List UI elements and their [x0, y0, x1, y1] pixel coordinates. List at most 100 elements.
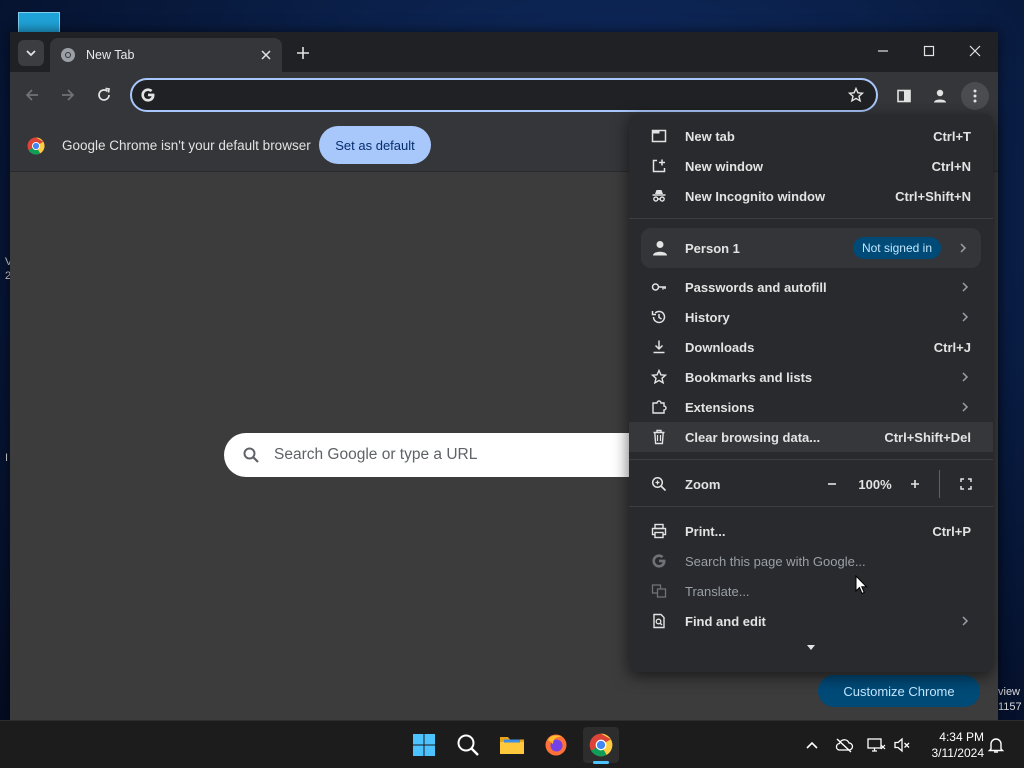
set-as-default-button[interactable]: Set as default [319, 126, 431, 164]
zoom-out-button[interactable] [820, 472, 844, 496]
menu-shortcut: Ctrl+Shift+N [895, 188, 971, 204]
tab-close-button[interactable] [256, 45, 276, 65]
taskbar-chrome[interactable] [583, 727, 619, 763]
chrome-app-menu: New tab Ctrl+T New window Ctrl+N New Inc… [629, 114, 993, 672]
title-bar[interactable]: New Tab [10, 32, 998, 72]
bookmark-star-button[interactable] [842, 81, 870, 109]
chrome-logo-icon [589, 733, 613, 757]
desktop-edge-text: view [998, 686, 1021, 698]
menu-item-label: New Incognito window [685, 188, 826, 204]
tab-search-button[interactable] [18, 40, 44, 66]
menu-item-new-window[interactable]: New window Ctrl+N [629, 151, 993, 181]
menu-item-translate[interactable]: Translate... [629, 576, 993, 606]
menu-item-label: Passwords and autofill [685, 279, 827, 295]
tray-show-hidden-button[interactable] [802, 735, 822, 755]
chevron-right-icon [959, 281, 971, 293]
caret-down-icon [807, 644, 815, 650]
fullscreen-icon [960, 478, 972, 490]
minimize-button[interactable] [860, 36, 906, 66]
tray-onedrive-button[interactable] [834, 735, 854, 755]
menu-scroll-down-arrow[interactable] [805, 642, 817, 652]
windows-logo-icon [413, 734, 435, 756]
tray-network-button[interactable] [866, 735, 886, 755]
menu-item-label: Print... [685, 523, 726, 539]
chevron-up-icon [806, 741, 818, 749]
menu-item-downloads[interactable]: Downloads Ctrl+J [629, 332, 993, 362]
profile-button[interactable] [926, 82, 954, 110]
menu-item-bookmarks-lists[interactable]: Bookmarks and lists [629, 362, 993, 392]
customize-chrome-button[interactable]: Customize Chrome [818, 675, 980, 707]
toolbar [10, 72, 998, 118]
chrome-logo-icon [27, 137, 45, 155]
close-icon [261, 50, 271, 60]
minimize-icon [878, 50, 888, 52]
not-signed-in-badge: Not signed in [852, 237, 941, 259]
desktop-edge-text: 1157 [998, 701, 1022, 713]
menu-shortcut: Ctrl+P [932, 523, 971, 539]
menu-item-new-incognito-window[interactable]: New Incognito window Ctrl+Shift+N [629, 181, 993, 211]
taskbar-search-button[interactable] [450, 727, 486, 763]
taskbar-firefox[interactable] [538, 727, 574, 763]
forward-button[interactable] [55, 82, 81, 108]
chevron-right-icon [957, 242, 969, 254]
menu-item-extensions[interactable]: Extensions [629, 392, 993, 422]
menu-item-label: Translate... [685, 583, 750, 599]
download-icon [651, 339, 667, 355]
trash-icon [651, 429, 667, 445]
network-icon [867, 738, 886, 752]
menu-item-history[interactable]: History [629, 302, 993, 332]
menu-item-passwords-autofill[interactable]: Passwords and autofill [629, 272, 993, 302]
menu-separator [629, 459, 993, 460]
search-icon [243, 447, 259, 463]
chevron-right-icon [959, 311, 971, 323]
new-tab-icon [651, 128, 667, 144]
fullscreen-button[interactable] [954, 472, 978, 496]
menu-item-print[interactable]: Print... Ctrl+P [629, 516, 993, 546]
maximize-icon [923, 45, 935, 57]
reload-button[interactable] [91, 82, 117, 108]
menu-item-search-page-google[interactable]: Search this page with Google... [629, 546, 993, 576]
close-window-button[interactable] [952, 36, 998, 66]
taskbar-clock[interactable]: 4:34 PM 3/11/2024 [920, 729, 985, 761]
new-window-icon [651, 158, 667, 174]
tab-new-tab[interactable]: New Tab [50, 38, 282, 72]
chrome-tab-icon [61, 48, 75, 62]
back-button[interactable] [19, 82, 45, 108]
chrome-menu-button[interactable] [961, 82, 989, 110]
omnibox[interactable] [130, 78, 878, 112]
menu-item-label: Search this page with Google... [685, 553, 866, 569]
infobar-message: Google Chrome isn't your default browser [62, 138, 311, 153]
maximize-button[interactable] [906, 36, 952, 66]
taskbar: 4:34 PM 3/11/2024 [0, 720, 1024, 768]
desktop-icon[interactable] [18, 12, 60, 34]
arrow-left-icon [25, 89, 38, 101]
folder-icon [500, 737, 524, 754]
arrow-right-icon [62, 89, 75, 101]
menu-item-new-tab[interactable]: New tab Ctrl+T [629, 121, 993, 151]
tray-volume-button[interactable] [892, 735, 912, 755]
side-panel-button[interactable] [890, 82, 918, 110]
menu-item-find-and-edit[interactable]: Find and edit [629, 606, 993, 636]
start-button[interactable] [406, 727, 442, 763]
zoom-separator [939, 470, 940, 498]
notifications-button[interactable] [986, 735, 1006, 755]
mouse-cursor-icon [855, 575, 868, 595]
minus-icon [828, 483, 836, 485]
chevron-right-icon [959, 401, 971, 413]
plus-icon [911, 480, 919, 488]
menu-shortcut: Ctrl+N [931, 158, 971, 174]
menu-item-person[interactable]: Person 1 Not signed in [641, 228, 981, 268]
menu-item-label: Person 1 [685, 240, 740, 256]
new-tab-button[interactable] [290, 40, 316, 66]
zoom-value: 100% [858, 477, 892, 492]
incognito-icon [651, 188, 667, 204]
menu-item-clear-browsing-data[interactable]: Clear browsing data... Ctrl+Shift+Del [629, 422, 993, 452]
person-icon [934, 89, 946, 103]
menu-item-label: Downloads [685, 339, 755, 355]
tab-title: New Tab [86, 48, 135, 62]
history-icon [651, 309, 667, 325]
zoom-in-button[interactable] [903, 472, 927, 496]
taskbar-file-explorer[interactable] [494, 727, 530, 763]
address-input[interactable] [164, 81, 842, 109]
puzzle-icon [651, 399, 667, 415]
